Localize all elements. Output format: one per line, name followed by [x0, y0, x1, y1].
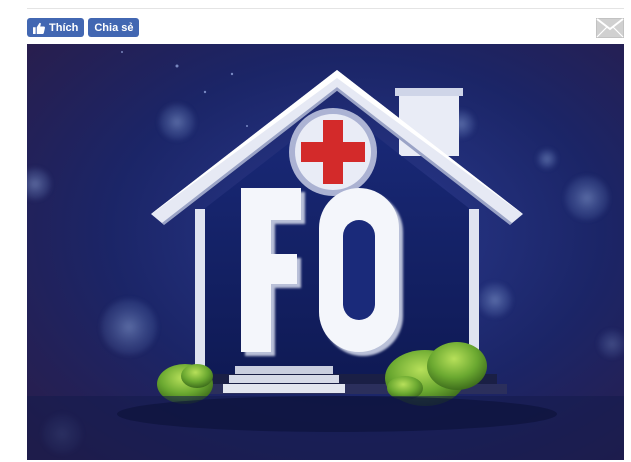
- mail-icon[interactable]: [596, 18, 624, 38]
- top-divider: [27, 8, 624, 9]
- f0-house-image: [27, 44, 624, 460]
- share-button[interactable]: Chia sẻ: [88, 18, 140, 37]
- like-label: Thích: [49, 21, 79, 34]
- thumbs-up-icon: [33, 22, 45, 34]
- share-label: Chia sẻ: [94, 21, 134, 34]
- facebook-share-bar: Thích Chia sẻ: [27, 18, 140, 37]
- like-button[interactable]: Thích: [27, 18, 85, 37]
